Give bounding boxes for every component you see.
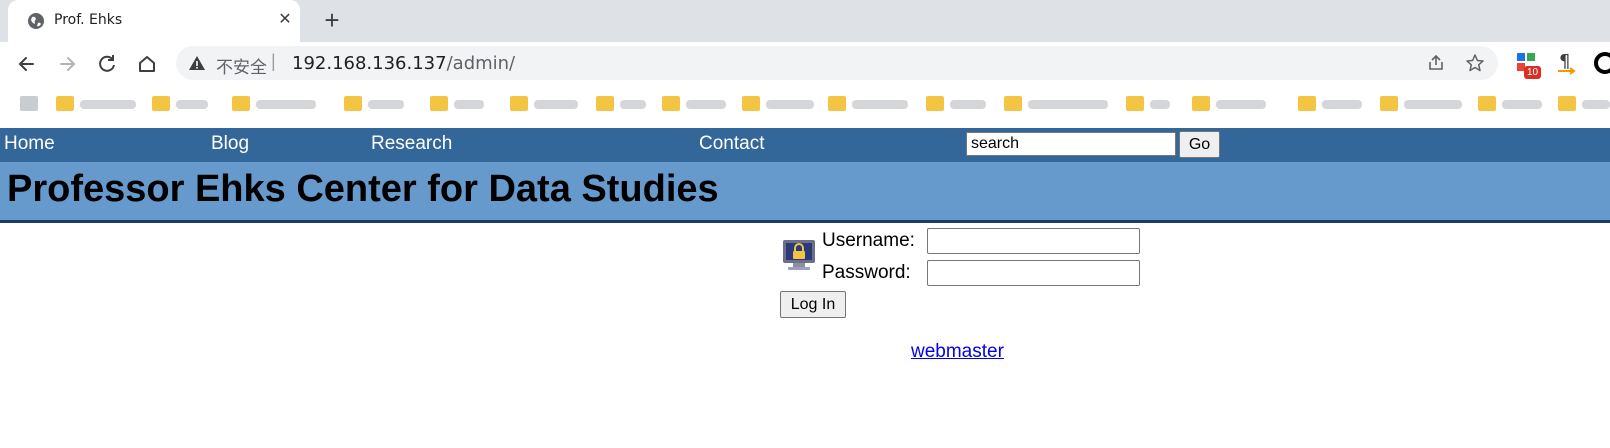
- back-arrow-icon[interactable]: [13, 50, 41, 78]
- nav-blog-link[interactable]: Blog: [211, 133, 249, 155]
- webmaster-link[interactable]: webmaster: [911, 341, 1004, 363]
- nav-research-link[interactable]: Research: [371, 133, 452, 155]
- reload-icon[interactable]: [93, 50, 121, 78]
- close-tab-icon[interactable]: ✕: [274, 9, 296, 31]
- bookmark-star-icon[interactable]: [1465, 53, 1485, 73]
- share-icon[interactable]: [1426, 53, 1446, 73]
- tab-title: Prof. Ehks: [54, 12, 123, 28]
- username-field[interactable]: [927, 228, 1140, 254]
- new-tab-icon[interactable]: +: [318, 7, 346, 35]
- forward-arrow-icon[interactable]: [53, 50, 81, 78]
- svg-text:¶: ¶: [1559, 51, 1570, 72]
- url-text[interactable]: 192.168.136.137/admin/: [292, 53, 515, 74]
- warning-icon[interactable]: [188, 54, 206, 72]
- lock-monitor-icon: [783, 240, 815, 270]
- bookmarks-bar: [0, 86, 1610, 126]
- extension-badge: 10: [1524, 66, 1542, 79]
- search-input[interactable]: [966, 132, 1176, 156]
- nav-contact-link[interactable]: Contact: [699, 133, 764, 155]
- browser-tab[interactable]: Prof. Ehks ✕: [8, 0, 300, 42]
- browser-toolbar: 不安全 | 192.168.136.137/admin/ 10 ¶: [0, 42, 1610, 86]
- insecure-label[interactable]: 不安全: [216, 53, 267, 78]
- url-host: 192.168.136.137: [292, 53, 447, 74]
- page-title: Professor Ehks Center for Data Studies: [7, 168, 719, 210]
- profile-icon[interactable]: [1592, 50, 1610, 76]
- site-nav-bar: Home Blog Research Contact Go: [0, 128, 1610, 162]
- omnibox-divider: |: [271, 51, 276, 71]
- login-button[interactable]: Log In: [780, 291, 846, 318]
- home-icon[interactable]: [133, 50, 161, 78]
- go-button[interactable]: Go: [1179, 131, 1220, 158]
- nav-home-link[interactable]: Home: [4, 133, 55, 155]
- username-label: Username:: [822, 230, 915, 251]
- password-label: Password:: [822, 262, 911, 283]
- site-header: Professor Ehks Center for Data Studies: [0, 162, 1610, 223]
- pilcrow-extension-icon[interactable]: ¶: [1554, 50, 1580, 76]
- browser-tab-strip: Prof. Ehks ✕ +: [0, 0, 1610, 42]
- password-field[interactable]: [927, 260, 1140, 286]
- address-bar[interactable]: 不安全 | 192.168.136.137/admin/: [176, 46, 1498, 80]
- globe-icon: [28, 13, 44, 29]
- url-path: /admin/: [446, 53, 516, 74]
